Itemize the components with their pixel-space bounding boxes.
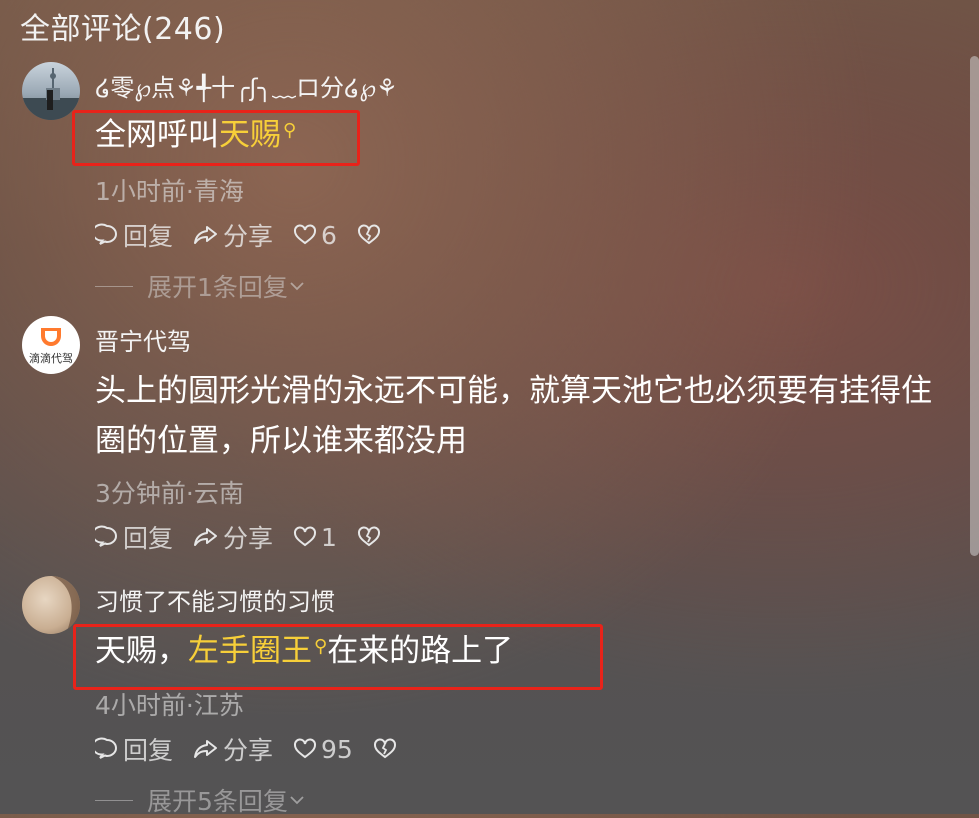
like-count: 6 [321,220,337,250]
share-label: 分享 [223,222,274,251]
heart-icon [294,526,317,547]
chevron-down-icon [290,282,304,291]
avatar[interactable]: 滴滴代驾 [22,316,80,374]
like-button[interactable]: 6 [293,221,337,250]
dislike-broken-heart-icon [357,224,380,245]
annotation-box [73,624,603,690]
reply-bubble-icon [95,525,117,547]
share-arrow-icon [194,740,218,758]
expand-replies[interactable]: 展开5条回复 [95,782,306,818]
comment-actions: 回复 分享 95 [95,731,421,767]
dislike-broken-heart-icon [357,526,380,547]
heart-icon [294,224,317,245]
share-label: 分享 [223,736,274,765]
comment-actions: 回复 分享 6 [95,217,405,253]
expand-replies[interactable]: 展开1条回复 [95,268,306,304]
dislike-button[interactable] [373,737,401,761]
like-count: 95 [321,734,353,764]
username[interactable]: 习惯了不能习惯的习惯 [95,582,335,617]
reply-button[interactable]: 回复 [95,731,173,767]
share-arrow-icon [194,226,218,244]
like-count: 1 [321,522,337,552]
divider-line [95,285,133,287]
comment-text: 头上的圆形光滑的永远不可能，就算天池它也必须要有挂得住圈的位置，所以谁来都没用 [95,373,932,459]
share-button[interactable]: 分享 [193,731,273,767]
divider-line [95,799,133,801]
comment-meta: 4小时前·江苏 [95,691,244,720]
username[interactable]: 晋宁代驾 [95,322,191,357]
reply-label: 回复 [123,222,174,251]
reply-label: 回复 [123,736,174,765]
avatar[interactable] [22,576,80,634]
share-label: 分享 [223,524,274,553]
comment-actions: 回复 分享 1 [95,519,405,555]
heart-icon [294,738,317,759]
share-button[interactable]: 分享 [193,217,273,253]
annotation-box [72,110,360,166]
dislike-broken-heart-icon [373,738,396,759]
scrollbar[interactable] [970,56,979,556]
dislike-button[interactable] [357,223,385,247]
reply-bubble-icon [95,223,117,245]
dislike-button[interactable] [357,525,385,549]
comments-header-title: 全部评论(246) [20,12,226,47]
reply-label: 回复 [123,524,174,553]
like-button[interactable]: 95 [293,735,353,764]
reply-button[interactable]: 回复 [95,519,173,555]
share-button[interactable]: 分享 [193,519,273,555]
expand-replies-label: 展开1条回复 [147,273,288,302]
share-arrow-icon [194,528,218,546]
like-button[interactable]: 1 [293,523,337,552]
comment-meta: 1小时前·青海 [95,177,244,206]
avatar-brand-text: 滴滴代驾 [29,352,73,365]
reply-button[interactable]: 回复 [95,217,173,253]
expand-replies-label: 展开5条回复 [147,787,288,816]
chevron-down-icon [290,796,304,805]
reply-bubble-icon [95,737,117,759]
username[interactable]: ໒零℘点⚘╃十╭ʃ╮﹏ロ分໒℘⚘ [95,68,398,103]
comment-meta: 3分钟前·云南 [95,479,244,508]
